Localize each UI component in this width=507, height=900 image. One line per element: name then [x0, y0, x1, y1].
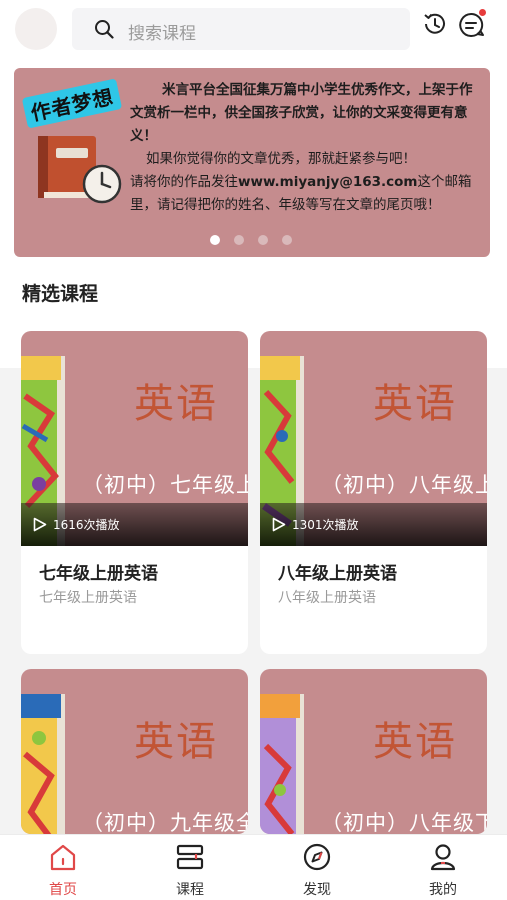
notification-dot [479, 9, 486, 16]
play-icon [33, 517, 47, 532]
promo-banner[interactable]: 作者梦想 米言平台全国征集万篇中小学生优秀作文，上架于作文赏析一栏中，供全国孩子… [14, 68, 490, 257]
nav-label: 首页 [49, 882, 77, 898]
course-thumbnail: 英语 （初中）八年级下 [260, 669, 487, 834]
carousel-indicator [210, 235, 292, 245]
banner-line-2: 如果你觉得你的文章优秀，那就赶紧参与吧！ [146, 151, 416, 167]
course-grade: （初中）七年级上 [82, 473, 248, 497]
course-subject: 英语 [134, 381, 218, 427]
banner-line-3: 请将你的作品发往www.miyanjy@163.com这个邮箱里，请记得把你的姓… [130, 171, 480, 217]
course-card[interactable]: 英语 （初中）八年级下 [260, 669, 487, 834]
carousel-dot[interactable] [258, 235, 268, 245]
course-subtitle: 八年级上册英语 [278, 590, 376, 606]
search-bar[interactable]: 搜索课程 [72, 8, 410, 50]
course-thumbnail: 英语 （初中）七年级上 1616次播放 [21, 331, 248, 546]
nav-item-courses[interactable]: 课程 [150, 841, 230, 898]
nav-item-home[interactable]: 首页 [23, 841, 103, 898]
banner-text: 米言平台全国征集万篇中小学生优秀作文，上架于作文赏析一栏中，供全国孩子欣赏，让你… [130, 79, 480, 217]
compass-icon [303, 843, 331, 871]
carousel-dot[interactable] [234, 235, 244, 245]
course-card[interactable]: 英语 （初中）九年级全 [21, 669, 248, 834]
play-icon [272, 517, 286, 532]
nav-label: 发现 [303, 882, 331, 898]
course-subject: 英语 [373, 719, 457, 765]
book-clock-icon [38, 136, 122, 204]
course-grade: （初中）八年级下 [321, 811, 487, 834]
carousel-dot[interactable] [210, 235, 220, 245]
course-title: 八年级上册英语 [278, 564, 397, 584]
top-bar: 搜索课程 [0, 0, 507, 60]
banner-line-3-pre: 请将你的作品发往 [130, 174, 238, 190]
home-icon [50, 844, 76, 871]
nav-item-profile[interactable]: 我的 [403, 841, 483, 898]
play-count: 1301次播放 [292, 518, 359, 532]
history-icon[interactable] [421, 10, 449, 38]
search-placeholder: 搜索课程 [128, 24, 196, 44]
section-title: 精选课程 [22, 283, 99, 305]
course-grade: （初中）九年级全 [82, 811, 248, 834]
banner-email: www.miyanjy@163.com [238, 174, 418, 190]
profile-icon [430, 844, 456, 871]
course-subtitle: 七年级上册英语 [39, 590, 137, 606]
play-count-bar: 1616次播放 [21, 503, 248, 546]
course-thumbnail: 英语 （初中）八年级上 1301次播放 [260, 331, 487, 546]
banner-tag: 作者梦想 [21, 78, 123, 129]
search-icon [95, 20, 114, 39]
course-card[interactable]: 英语 （初中）八年级上 1301次播放 八年级上册英语 八年级上册英语 [260, 331, 487, 654]
course-subject: 英语 [373, 381, 457, 427]
course-icon [176, 844, 204, 870]
nav-item-discover[interactable]: 发现 [277, 841, 357, 898]
play-count: 1616次播放 [53, 518, 120, 532]
nav-label: 课程 [176, 882, 204, 898]
course-card[interactable]: 英语 （初中）七年级上 1616次播放 七年级上册英语 七年级上册英语 [21, 331, 248, 654]
nav-label: 我的 [429, 882, 457, 898]
course-subject: 英语 [134, 719, 218, 765]
carousel-dot[interactable] [282, 235, 292, 245]
book-cover-image [260, 694, 304, 834]
banner-line-1: 米言平台全国征集万篇中小学生优秀作文，上架于作文赏析一栏中，供全国孩子欣赏，让你… [130, 82, 473, 144]
play-count-bar: 1301次播放 [260, 503, 487, 546]
book-cover-image [21, 694, 65, 834]
course-thumbnail: 英语 （初中）九年级全 [21, 669, 248, 834]
course-grade: （初中）八年级上 [321, 473, 487, 497]
course-title: 七年级上册英语 [39, 564, 158, 584]
avatar[interactable] [15, 8, 57, 50]
bottom-nav: 首页 课程 发现 我的 [0, 834, 507, 900]
message-button[interactable] [456, 9, 486, 40]
